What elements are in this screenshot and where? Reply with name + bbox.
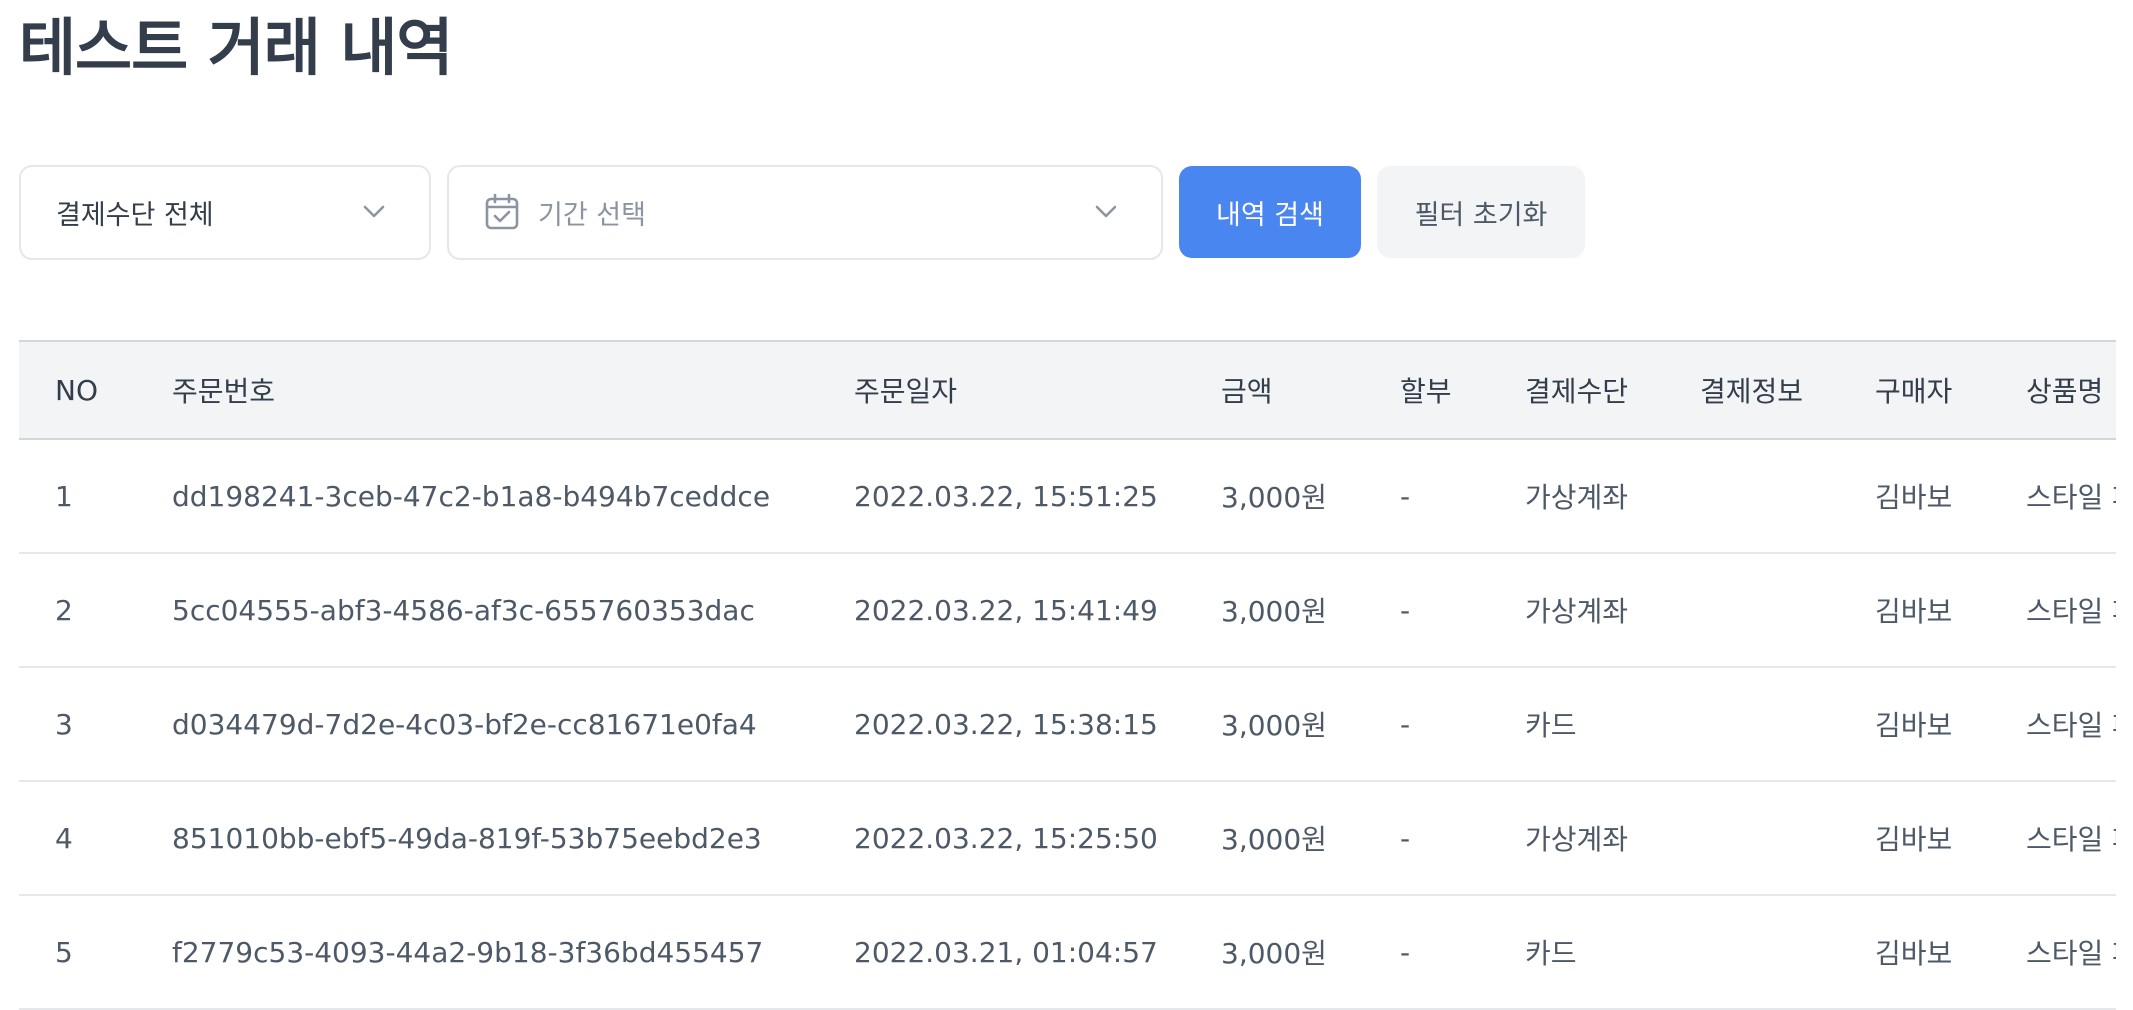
cell-payment-method: 가상계좌 [1525, 439, 1700, 554]
cell-no: 5 [19, 895, 172, 1010]
column-header-payment-info: 결제정보 [1700, 340, 1875, 440]
cell-no: 1 [19, 439, 172, 554]
table-body: 1 dd198241-3ceb-47c2-b1a8-b494b7ceddce 2… [19, 439, 2116, 1010]
table-row[interactable]: 1 dd198241-3ceb-47c2-b1a8-b494b7ceddce 2… [19, 439, 2116, 554]
cell-order-id: 5cc04555-abf3-4586-af3c-655760353dac [172, 553, 854, 668]
cell-order-date: 2022.03.22, 15:51:25 [854, 439, 1221, 554]
filter-bar: 결제수단 전체 기간 선택 내역 검색 필터 초기화 [19, 164, 1585, 260]
cell-order-id: d034479d-7d2e-4c03-bf2e-cc81671e0fa4 [172, 667, 854, 782]
cell-order-date: 2022.03.22, 15:38:15 [854, 667, 1221, 782]
cell-amount: 3,000원 [1221, 667, 1400, 782]
column-header-order-id: 주문번호 [172, 340, 854, 440]
cell-payment-info [1700, 781, 1875, 896]
table-row[interactable]: 3 d034479d-7d2e-4c03-bf2e-cc81671e0fa4 2… [19, 667, 2116, 782]
cell-payment-method: 카드 [1525, 667, 1700, 782]
column-header-order-date: 주문일자 [854, 340, 1221, 440]
cell-payment-info [1700, 667, 1875, 782]
calendar-icon [485, 193, 519, 230]
cell-order-id: f2779c53-4093-44a2-9b18-3f36bd455457 [172, 895, 854, 1010]
search-button[interactable]: 내역 검색 [1179, 166, 1361, 258]
cell-payment-info [1700, 895, 1875, 1010]
cell-installment: - [1400, 439, 1525, 554]
cell-installment: - [1400, 553, 1525, 668]
table-row[interactable]: 4 851010bb-ebf5-49da-819f-53b75eebd2e3 2… [19, 781, 2116, 896]
cell-payment-info [1700, 553, 1875, 668]
chevron-down-icon [1095, 205, 1117, 218]
page-title: 테스트 거래 내역 [19, 11, 453, 84]
payment-method-value: 결제수단 전체 [56, 199, 214, 231]
transaction-table-container: NO 주문번호 주문일자 금액 할부 결제수단 결제정보 구매자 상품명 1 d… [19, 340, 2116, 1010]
cell-buyer: 김바보 [1875, 439, 2026, 554]
period-select[interactable]: 기간 선택 [447, 164, 1163, 260]
column-header-payment-method: 결제수단 [1525, 340, 1700, 440]
cell-amount: 3,000원 [1221, 781, 1400, 896]
cell-order-date: 2022.03.22, 15:25:50 [854, 781, 1221, 896]
column-header-installment: 할부 [1400, 340, 1525, 440]
cell-order-date: 2022.03.22, 15:41:49 [854, 553, 1221, 668]
cell-no: 3 [19, 667, 172, 782]
table-header: NO 주문번호 주문일자 금액 할부 결제수단 결제정보 구매자 상품명 [19, 340, 2116, 440]
column-header-no: NO [19, 340, 172, 440]
cell-payment-method: 카드 [1525, 895, 1700, 1010]
table-row[interactable]: 5 f2779c53-4093-44a2-9b18-3f36bd455457 2… [19, 895, 2116, 1010]
cell-no: 2 [19, 553, 172, 668]
chevron-down-icon [363, 205, 385, 218]
cell-product: 스타일 패 [2026, 553, 2116, 668]
cell-buyer: 김바보 [1875, 667, 2026, 782]
cell-buyer: 김바보 [1875, 553, 2026, 668]
cell-buyer: 김바보 [1875, 781, 2026, 896]
cell-product: 스타일 패 [2026, 667, 2116, 782]
cell-product: 스타일 패 [2026, 439, 2116, 554]
payment-method-select[interactable]: 결제수단 전체 [19, 164, 431, 260]
cell-amount: 3,000원 [1221, 553, 1400, 668]
cell-order-date: 2022.03.21, 01:04:57 [854, 895, 1221, 1010]
table-row[interactable]: 2 5cc04555-abf3-4586-af3c-655760353dac 2… [19, 553, 2116, 668]
reset-filter-button[interactable]: 필터 초기화 [1377, 166, 1585, 258]
cell-buyer: 김바보 [1875, 895, 2026, 1010]
cell-no: 4 [19, 781, 172, 896]
cell-amount: 3,000원 [1221, 895, 1400, 1010]
column-header-product: 상품명 [2026, 340, 2116, 440]
cell-installment: - [1400, 781, 1525, 896]
cell-payment-method: 가상계좌 [1525, 781, 1700, 896]
column-header-buyer: 구매자 [1875, 340, 2026, 440]
cell-amount: 3,000원 [1221, 439, 1400, 554]
cell-installment: - [1400, 895, 1525, 1010]
cell-payment-info [1700, 439, 1875, 554]
cell-product: 스타일 패 [2026, 781, 2116, 896]
cell-order-id: dd198241-3ceb-47c2-b1a8-b494b7ceddce [172, 439, 854, 554]
transaction-table: NO 주문번호 주문일자 금액 할부 결제수단 결제정보 구매자 상품명 1 d… [19, 340, 2116, 1010]
cell-payment-method: 가상계좌 [1525, 553, 1700, 668]
period-placeholder: 기간 선택 [538, 199, 646, 231]
cell-product: 스타일 패 [2026, 895, 2116, 1010]
cell-installment: - [1400, 667, 1525, 782]
table-header-row: NO 주문번호 주문일자 금액 할부 결제수단 결제정보 구매자 상품명 [19, 340, 2116, 440]
column-header-amount: 금액 [1221, 340, 1400, 440]
cell-order-id: 851010bb-ebf5-49da-819f-53b75eebd2e3 [172, 781, 854, 896]
